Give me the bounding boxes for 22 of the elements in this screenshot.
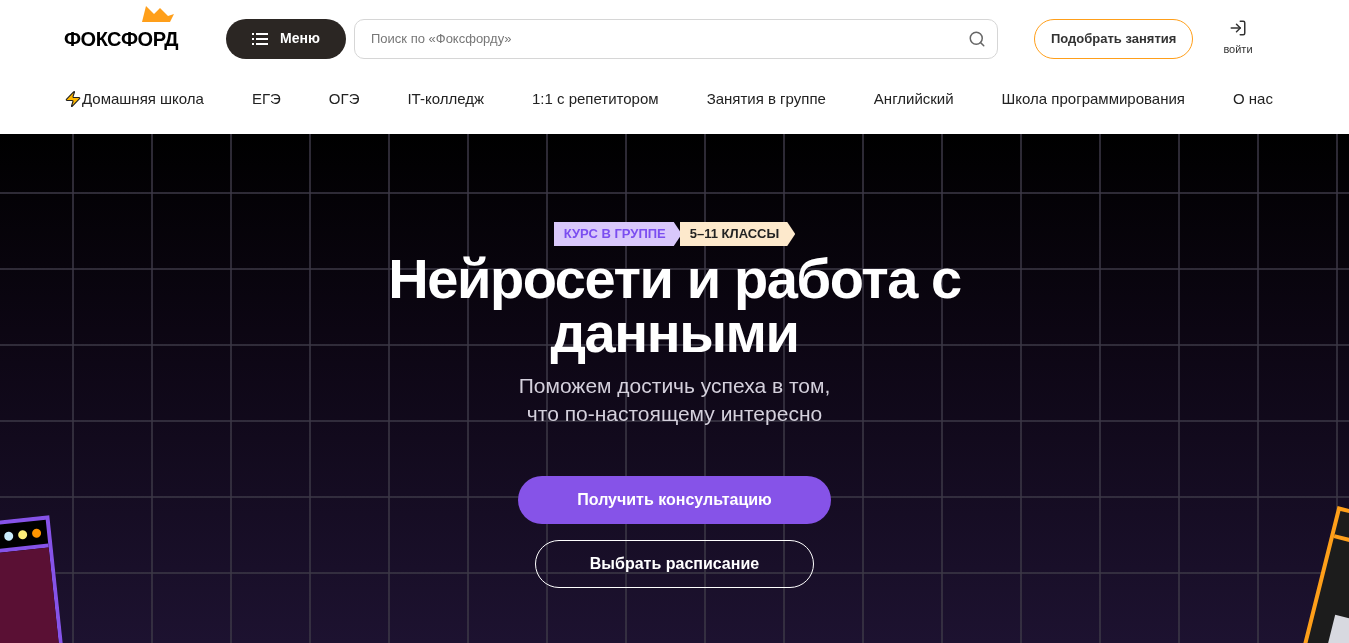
nav-link[interactable]: О нас: [1232, 87, 1273, 111]
login-icon: [1228, 19, 1247, 38]
nav-link[interactable]: ЕГЭ: [251, 87, 281, 111]
nav-link[interactable]: ОГЭ: [328, 87, 360, 111]
nav-link[interactable]: Домашняя школа: [64, 87, 204, 111]
hero-subtitle: Поможем достичь успеха в том,: [518, 373, 831, 399]
menu-button[interactable]: Меню: [226, 18, 346, 59]
tag-label: КУРС В ГРУППЕ: [553, 222, 682, 246]
logo-wordmark[interactable]: ФОКСФОРД: [64, 27, 178, 50]
hero-subtitle: что по-настоящему интересно: [526, 401, 823, 427]
consultation-button[interactable]: Получить консультацию: [518, 476, 831, 524]
nav-link[interactable]: 1:1 с репетитором: [532, 87, 659, 111]
nav-link[interactable]: Школа программирования: [1001, 87, 1185, 111]
login-button[interactable]: войти: [1223, 19, 1253, 58]
list-icon: [252, 32, 269, 45]
lightning-icon: [64, 90, 82, 108]
nav-link[interactable]: IT-колледж: [407, 87, 484, 111]
search-icon: [968, 29, 986, 48]
nav-link[interactable]: Английский: [873, 87, 954, 111]
search-field[interactable]: Поиск по «Фоксфорду»: [354, 18, 998, 59]
nav-link[interactable]: Занятия в группе: [706, 87, 826, 111]
tag-label: 5–11 КЛАССЫ: [679, 222, 796, 246]
